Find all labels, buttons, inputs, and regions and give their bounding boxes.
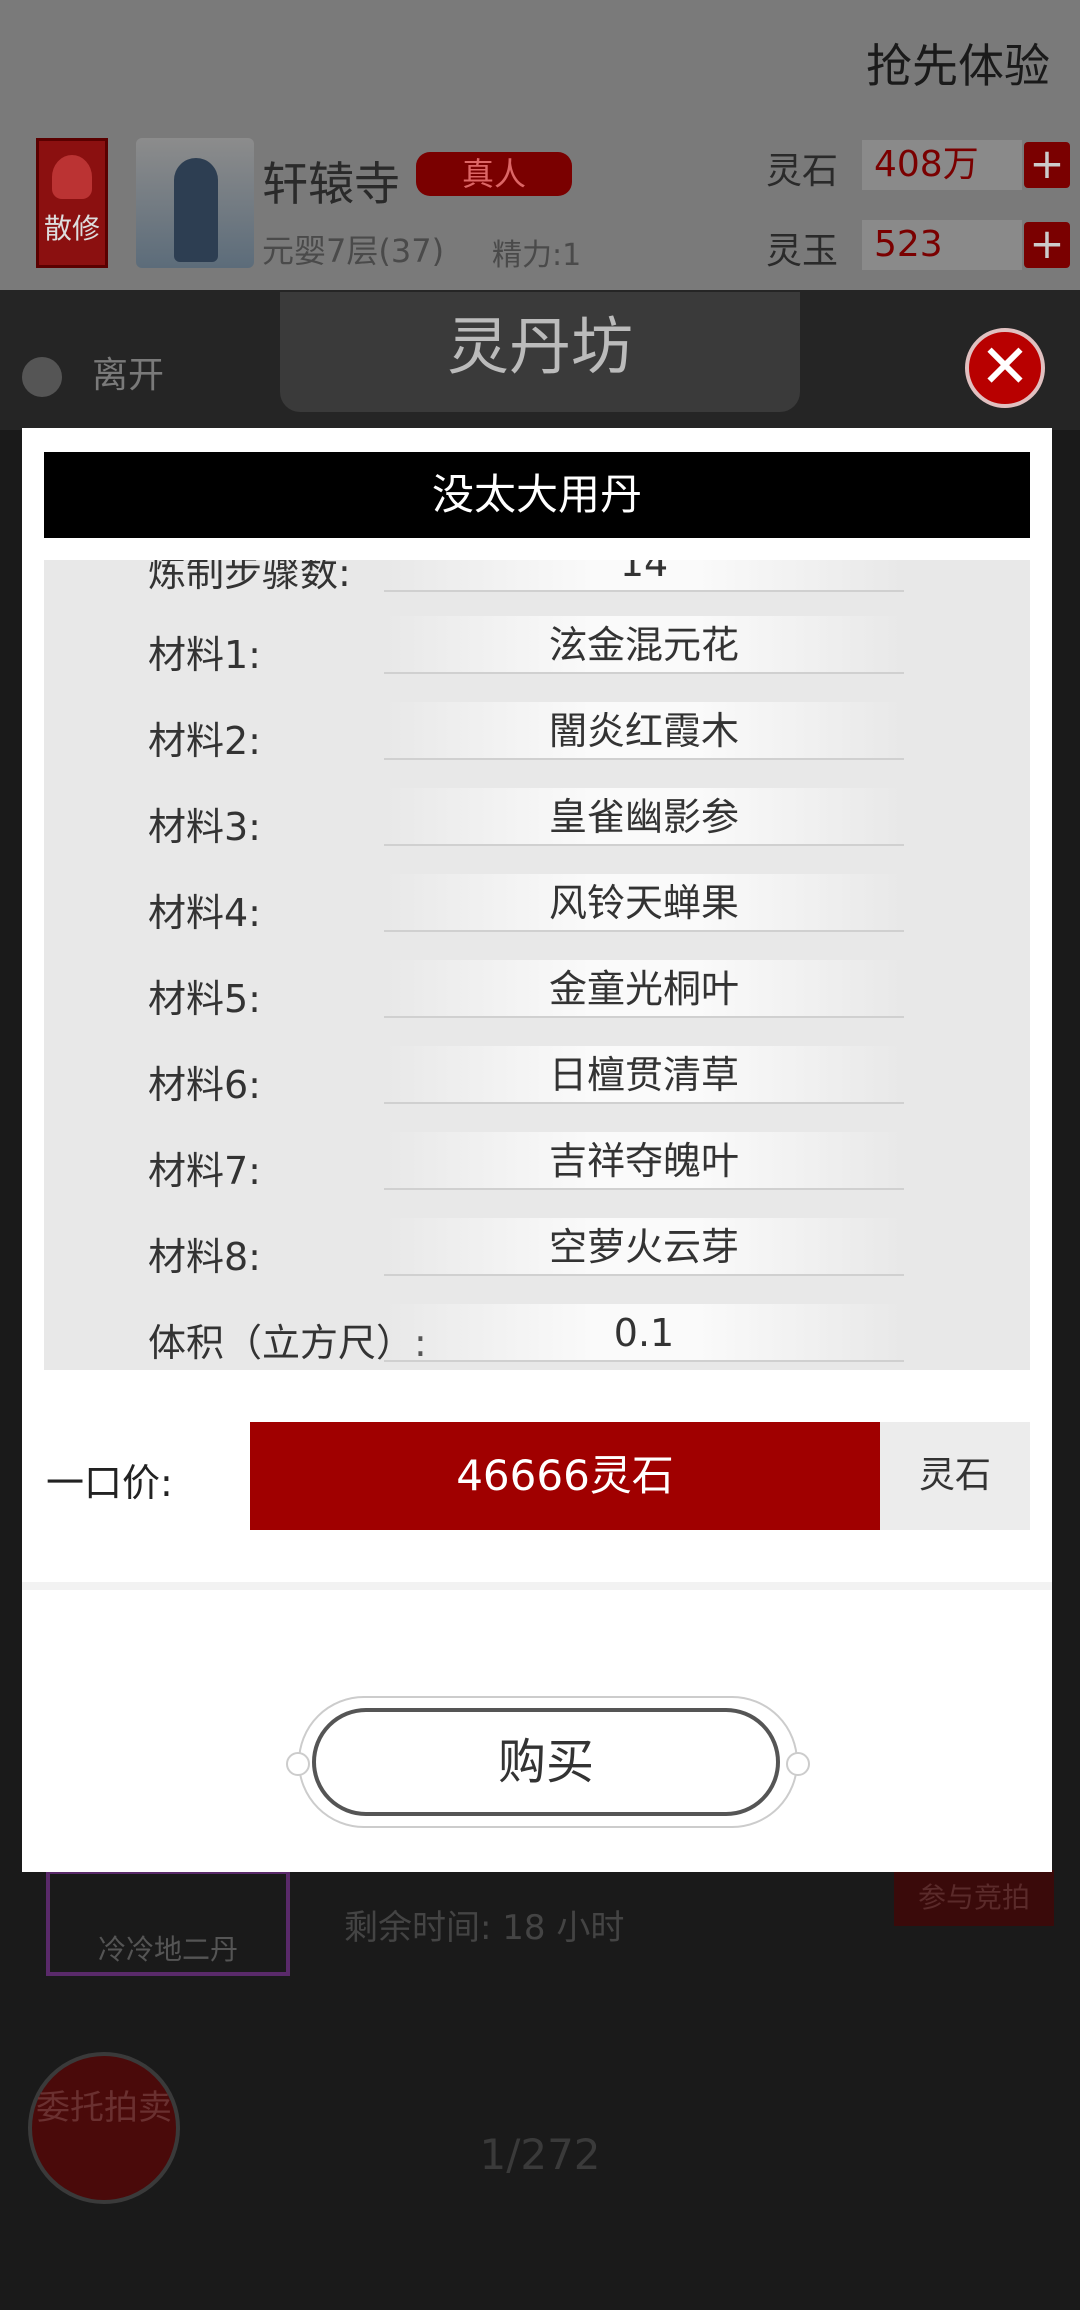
attr-label: 材料1: xyxy=(148,633,261,677)
energy-value: 精力:1 xyxy=(492,238,582,273)
spirit-stone-label: 灵石 xyxy=(766,151,839,192)
divider xyxy=(22,1582,1052,1590)
real-badge: 真人 xyxy=(416,152,572,196)
attr-value: 0.1 xyxy=(384,1304,904,1362)
attr-value: 金童光桐叶 xyxy=(384,960,904,1018)
attr-row: 材料2: 闇炎红霞木 xyxy=(44,688,1030,774)
attr-row: 体积（立方尺）: 0.1 xyxy=(44,1290,1030,1370)
attr-value: 泫金混元花 xyxy=(384,616,904,674)
attr-label: 材料7: xyxy=(148,1149,261,1193)
back-arrow-icon xyxy=(22,357,62,397)
attr-label: 材料6: xyxy=(148,1063,261,1107)
attr-label: 材料3: xyxy=(148,805,261,849)
consign-auction-button[interactable]: 委托拍卖 xyxy=(28,2052,180,2204)
sect-badge[interactable]: 散修 xyxy=(36,138,108,268)
attr-label: 炼制步骤数: xyxy=(148,560,351,595)
attr-row: 材料3: 皇雀幽影参 xyxy=(44,774,1030,860)
spirit-jade-label: 灵玉 xyxy=(766,231,839,272)
attr-label: 材料8: xyxy=(148,1235,261,1279)
leave-button[interactable]: 离开 xyxy=(22,346,164,398)
attr-label: 材料4: xyxy=(148,891,261,935)
shop-title: 灵丹坊 xyxy=(280,292,800,412)
add-spirit-stone-button[interactable]: + xyxy=(1024,142,1070,188)
avatar[interactable] xyxy=(136,138,254,268)
attr-row: 炼制步骤数: 14 xyxy=(44,560,1030,606)
attr-row: 材料8: 空萝火云芽 xyxy=(44,1204,1030,1290)
attr-label: 材料5: xyxy=(148,977,261,1021)
attr-value: 风铃天蝉果 xyxy=(384,874,904,932)
listing-item-thumb[interactable]: 冷冷地二丹 xyxy=(46,1870,290,1976)
buy-button[interactable]: 购买 xyxy=(312,1708,780,1816)
attr-row: 材料5: 金童光桐叶 xyxy=(44,946,1030,1032)
attr-value: 吉祥夺魄叶 xyxy=(384,1132,904,1190)
attr-value: 皇雀幽影参 xyxy=(384,788,904,846)
attr-row: 材料1: 泫金混元花 xyxy=(44,602,1030,688)
remaining-time: 剩余时间: 18 小时 xyxy=(344,1908,625,1948)
attr-value: 14 xyxy=(384,560,904,592)
avatar-figure xyxy=(174,158,218,262)
spirit-stone-value: 408万 xyxy=(862,140,1022,190)
realm-level: 元婴7层(37) xyxy=(262,232,445,270)
frame-knob-left xyxy=(286,1752,310,1776)
close-icon[interactable]: ✕ xyxy=(965,328,1045,408)
page-indicator: 1/272 xyxy=(479,2130,601,2179)
leave-label: 离开 xyxy=(92,355,165,396)
price-value: 46666灵石 xyxy=(250,1422,880,1530)
attribute-list[interactable]: 炼制步骤数: 14 材料1: 泫金混元花 材料2: 闇炎红霞木 材料3: 皇雀幽… xyxy=(44,560,1030,1370)
sect-badge-label: 散修 xyxy=(43,212,100,245)
price-label: 一口价: xyxy=(46,1461,173,1505)
attr-row: 材料7: 吉祥夺魄叶 xyxy=(44,1118,1030,1204)
lotus-icon xyxy=(52,155,92,199)
modal-title: 没太大用丹 xyxy=(44,452,1030,538)
attr-label: 材料2: xyxy=(148,719,261,763)
player-name: 轩辕寺 xyxy=(262,157,400,211)
attr-row: 材料4: 风铃天蝉果 xyxy=(44,860,1030,946)
promo-label[interactable]: 抢先体验 xyxy=(866,30,1050,96)
attr-value: 闇炎红霞木 xyxy=(384,702,904,760)
item-detail-modal: 没太大用丹 炼制步骤数: 14 材料1: 泫金混元花 材料2: 闇炎红霞木 材料… xyxy=(22,428,1052,1872)
spirit-jade-value: 523 xyxy=(862,220,1022,270)
add-spirit-jade-button[interactable]: + xyxy=(1024,222,1070,268)
attr-row: 材料6: 日檀贯清草 xyxy=(44,1032,1030,1118)
currency-select[interactable]: 灵石 xyxy=(880,1422,1030,1530)
attr-value: 日檀贯清草 xyxy=(384,1046,904,1104)
frame-knob-right xyxy=(786,1752,810,1776)
attr-value: 空萝火云芽 xyxy=(384,1218,904,1276)
bid-button[interactable]: 参与竞拍 xyxy=(894,1870,1054,1926)
